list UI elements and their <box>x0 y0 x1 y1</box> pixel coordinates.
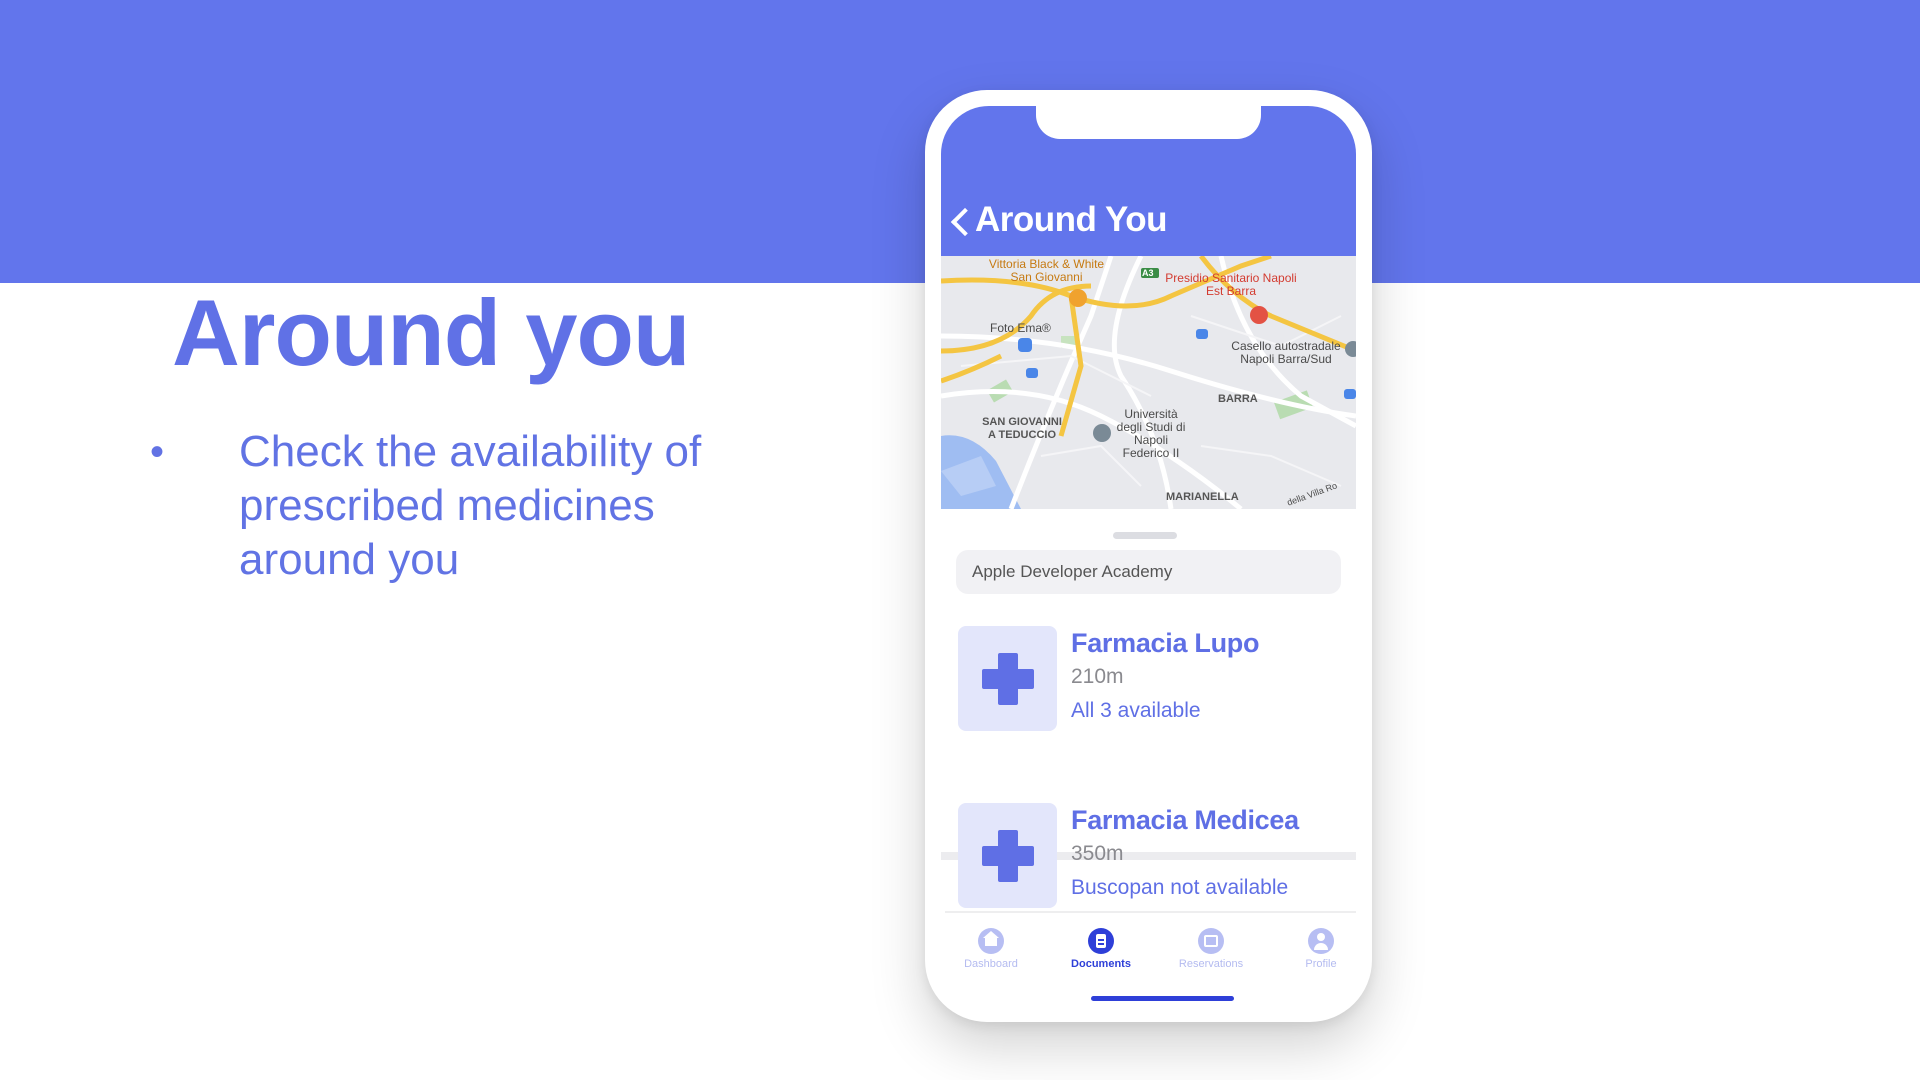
document-icon <box>1088 928 1114 954</box>
person-icon <box>1308 928 1334 954</box>
tab-label: Reservations <box>1178 958 1244 970</box>
phone-mockup: Around You A3 Vittoria Black & White San… <box>925 90 1372 1022</box>
pharmacy-card[interactable]: Farmacia Lupo 210m All 3 available <box>941 626 1356 741</box>
calendar-icon <box>1198 928 1224 954</box>
tab-documents[interactable]: Documents <box>1051 928 1151 970</box>
home-indicator <box>1091 996 1234 1001</box>
map-label-foto-ema: Foto Ema® <box>990 321 1051 335</box>
tab-label: Profile <box>1305 958 1337 970</box>
sheet-drag-handle[interactable] <box>1113 532 1177 539</box>
pharmacy-name: Farmacia Lupo <box>1071 628 1260 658</box>
pharmacy-cross-icon <box>958 803 1057 908</box>
pharmacy-name: Farmacia Medicea <box>1071 805 1299 835</box>
screen-title: Around You <box>975 200 1168 239</box>
search-input[interactable] <box>956 550 1341 594</box>
map-label-casello: Casello autostradale Napoli Barra/Sud <box>1231 339 1341 366</box>
pharmacy-availability: Buscopan not available <box>1071 876 1289 899</box>
map-label-barra: BARRA <box>1218 393 1258 405</box>
tab-dashboard[interactable]: Dashboard <box>941 928 1041 970</box>
map-label-san-giovanni: SAN GIOVANNI A TEDUCCIO <box>982 416 1062 441</box>
map-label-marianella: MARIANELLA <box>1166 491 1239 503</box>
pharmacy-distance: 210m <box>1071 665 1124 688</box>
pharmacy-availability: All 3 available <box>1071 699 1201 722</box>
phone-notch <box>1036 106 1261 139</box>
bullet-marker: • <box>150 430 165 474</box>
map-label-a3: A3 <box>1142 268 1154 278</box>
pharmacy-card[interactable]: Farmacia Medicea 350m Buscopan not avail… <box>941 803 1356 918</box>
tab-label: Documents <box>1071 958 1131 970</box>
map-label-vittoria: Vittoria Black & White San Giovanni <box>988 257 1105 284</box>
pharmacy-cross-icon <box>958 626 1057 731</box>
map-view[interactable]: A3 Vittoria Black & White San Giovanni P… <box>941 256 1356 509</box>
map-label-universita: Università degli Studi di Napoli Federic… <box>1116 407 1186 460</box>
slide-title: Around you <box>172 280 690 385</box>
tab-bar: Dashboard Documents Reservations Profile <box>945 911 1356 1006</box>
tab-reservations[interactable]: Reservations <box>1161 928 1261 970</box>
tab-profile[interactable]: Profile <box>1271 928 1356 970</box>
tab-label: Dashboard <box>964 958 1018 970</box>
house-icon <box>978 928 1004 954</box>
phone-screen: Around You A3 Vittoria Black & White San… <box>941 106 1356 1006</box>
map-label-presidio: Presidio Sanitario Napoli Est Barra <box>1165 271 1297 298</box>
pharmacy-distance: 350m <box>1071 842 1124 865</box>
bullet-text: Check the availability of prescribed med… <box>239 427 702 584</box>
